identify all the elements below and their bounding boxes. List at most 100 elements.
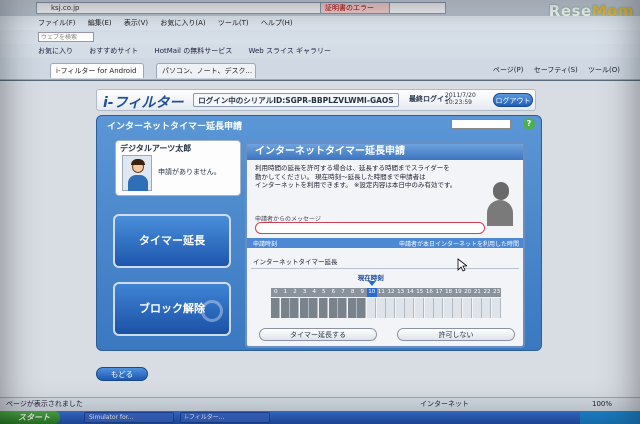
deny-button[interactable]: 許可しない [397,328,515,341]
hour-slot[interactable]: 2 [290,288,300,318]
hour-slot[interactable]: 10 [367,288,377,318]
hour-label: 13 [395,288,406,297]
hour-label: 12 [386,288,396,297]
extend-timer-button[interactable]: タイマー延長する [259,328,377,341]
hour-label: 4 [309,288,319,297]
taskbar-item[interactable]: Simulator for... [84,412,174,423]
hour-slot[interactable]: 12 [386,288,396,318]
hour-slot[interactable]: 19 [453,288,463,318]
hour-label: 11 [376,288,387,297]
hour-slot[interactable]: 23 [491,288,502,318]
hour-label: 21 [472,288,483,297]
hour-slot[interactable]: 14 [405,288,415,318]
app-header: i-フィルター ログイン中のシリアルID:SGPR-BBPLZVLWMI-GAO… [96,89,536,111]
screen: ksj.co.jp 証明書のエラー ReseMom ファイル(F) 編集(E) … [0,0,640,424]
timer-extension-button[interactable]: タイマー延長 [113,214,231,268]
help-icon[interactable]: ? [523,118,535,130]
hour-slot[interactable]: 16 [424,288,435,318]
browser-menubar: ファイル(F) 編集(E) 表示(V) お気に入り(A) ツール(T) ヘルプ(… [0,16,640,30]
hour-label: 6 [328,288,339,297]
hour-label: 7 [338,288,348,297]
timer-request-dialog: インターネットタイマー延長申請 利用時間の延長を許可する場合は、延長する時間まで… [245,142,525,348]
hour-slot[interactable]: 8 [347,288,358,318]
hour-slot[interactable]: 22 [482,288,492,318]
hour-label: 8 [347,288,358,297]
panel-search-input[interactable] [451,119,511,129]
used-time-label: 申請者が本日インターネットを利用した時間 [398,241,519,248]
hour-label: 23 [491,288,502,297]
web-search-input[interactable]: ウェブを検索 [38,32,94,42]
security-zone: インターネット [420,400,469,408]
hour-slot[interactable]: 4 [309,288,319,318]
hour-slot[interactable]: 11 [376,288,387,318]
menu-file[interactable]: ファイル(F) [38,19,76,27]
cmd-page[interactable]: ページ(P) [493,66,524,74]
tab-pc[interactable]: パソコン、ノート、デスク... [156,63,256,78]
address-text: ksj.co.jp [51,4,80,12]
hour-label: 18 [443,288,454,297]
hour-label: 9 [357,288,367,297]
back-button[interactable]: もどる [96,367,148,381]
status-text: ページが表示されました [6,400,83,408]
hour-label: 17 [434,288,444,297]
menu-help[interactable]: ヘルプ(H) [261,19,293,27]
hour-slot[interactable]: 7 [338,288,348,318]
hour-slot[interactable]: 15 [415,288,425,318]
fav-link-hotmail[interactable]: HotMail の無料サービス [154,47,232,55]
browser-toolbar: ウェブを検索 [0,30,640,44]
page-content: i-フィルター ログイン中のシリアルID:SGPR-BBPLZVLWMI-GAO… [0,81,640,397]
hour-slot[interactable]: 20 [463,288,473,318]
hour-slot[interactable]: 1 [280,288,291,318]
block-icon [201,300,223,322]
zoom-level[interactable]: 100% [592,398,612,411]
hour-label: 22 [482,288,492,297]
cmd-tools[interactable]: ツール(O) [588,66,620,74]
hour-label: 16 [424,288,435,297]
start-button[interactable]: スタート [0,411,60,424]
hour-label: 14 [405,288,415,297]
request-time-label: 申請時刻 [253,241,278,248]
hour-slot[interactable]: 17 [434,288,444,318]
hour-slot[interactable]: 13 [395,288,406,318]
hour-slider[interactable]: 0 1 2 3 4 5 6 7 8 9 10 11 12 13 14 15 16 17 18 19 20 21 22 23 [271,288,503,318]
current-time-marker[interactable] [367,281,376,286]
fav-link-webslice[interactable]: Web スライス ギャラリー [248,47,331,55]
hour-slot[interactable]: 6 [328,288,339,318]
main-panel: インターネットタイマー延長申請 ? デジタルアーツ太郎 申請がありません。 タイ… [96,115,542,351]
tab-ifilter[interactable]: i-フィルター for Android [50,63,144,78]
menu-favorites[interactable]: お気に入り(A) [160,19,205,27]
hour-label: 0 [271,288,281,297]
message-box [255,222,485,234]
logout-button[interactable]: ログアウト [493,93,533,107]
hour-label: 20 [463,288,473,297]
favorites-button[interactable]: お気に入り [38,47,73,55]
fav-link-suggested[interactable]: おすすめサイト [89,47,138,55]
panel-title: インターネットタイマー延長申請 [107,122,243,132]
menu-tools[interactable]: ツール(T) [218,19,249,27]
block-release-button[interactable]: ブロック解除 [113,282,231,336]
hour-slot[interactable]: 21 [472,288,483,318]
cert-error-badge[interactable]: 証明書のエラー [320,2,390,14]
hour-label: 1 [280,288,291,297]
no-request-text: 申請がありません。 [158,168,221,176]
dialog-title: インターネットタイマー延長申請 [247,144,523,160]
hour-slot[interactable]: 0 [271,288,281,318]
menu-edit[interactable]: 編集(E) [88,19,112,27]
hour-slot[interactable]: 18 [443,288,454,318]
taskbar-item[interactable]: i-フィルター... [180,412,270,423]
divider [251,268,519,269]
cmd-safety[interactable]: セーフティ(S) [534,66,578,74]
taskbar: スタート Simulator for... i-フィルター... [0,411,640,424]
hour-label: 15 [415,288,425,297]
ifilter-logo: i-フィルター [103,95,184,111]
hour-slot[interactable]: 5 [319,288,329,318]
avatar [122,155,152,191]
user-card: デジタルアーツ太郎 申請がありません。 [115,140,241,196]
hour-slot[interactable]: 9 [357,288,367,318]
browser-titlebar: ksj.co.jp 証明書のエラー ReseMom [0,0,640,20]
user-name: デジタルアーツ太郎 [120,144,192,153]
command-bar: ページ(P) セーフティ(S) ツール(O) [485,65,620,75]
menu-view[interactable]: 表示(V) [124,19,148,27]
browser-tabbar: i-フィルター for Android パソコン、ノート、デスク... ページ(… [0,58,640,80]
hour-slot[interactable]: 3 [299,288,310,318]
